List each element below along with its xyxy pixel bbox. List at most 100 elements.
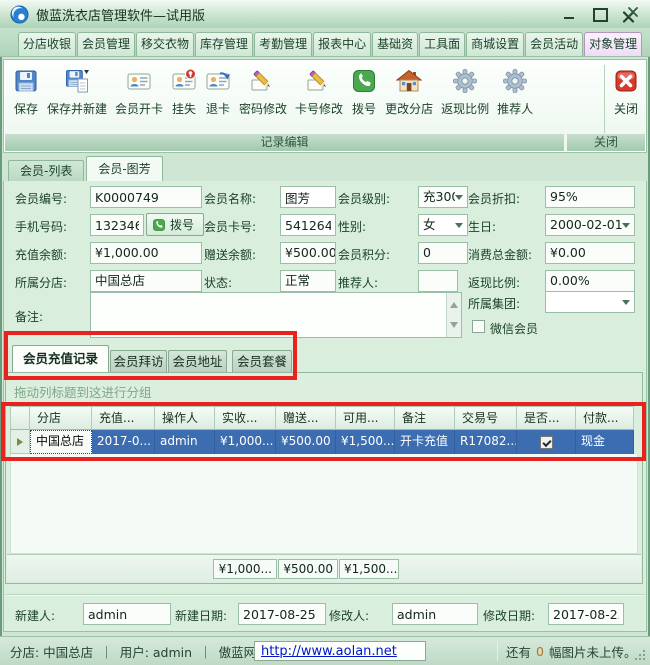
member-open-card-button[interactable]: 会员开卡	[111, 64, 167, 119]
cell-gift[interactable]: ¥500.00	[276, 430, 336, 454]
modified-by-field[interactable]	[392, 603, 478, 625]
dial-button[interactable]: 拨号	[347, 64, 381, 119]
menu-tab-attendance[interactable]: 考勤管理	[254, 32, 312, 56]
remark-scrollbar[interactable]	[446, 293, 461, 337]
gender-select[interactable]: 女	[418, 214, 468, 236]
cell-payment[interactable]: 现金	[576, 430, 634, 454]
column-header-branch[interactable]: 分店	[30, 406, 92, 430]
created-by-field[interactable]	[83, 603, 171, 625]
birthday-select[interactable]: 2000-02-01	[545, 214, 635, 236]
menu-tab-branch-cashier[interactable]: 分店收银	[18, 32, 76, 56]
cell-operator[interactable]: admin	[155, 430, 215, 454]
cell-branch[interactable]: 中国总店	[30, 430, 92, 454]
created-by-label: 新建人:	[15, 607, 55, 624]
website-link[interactable]: http://www.aolan.net	[261, 644, 397, 659]
cell-recharge-date[interactable]: 2017-0...	[92, 430, 155, 454]
report-loss-button[interactable]: 挂失	[167, 64, 201, 119]
status-label: 状态:	[204, 274, 232, 291]
total-spend-field: ¥0.00	[545, 242, 635, 264]
dial-phone-button[interactable]: 拨号	[146, 213, 204, 236]
card-no-label: 会员卡号:	[204, 218, 256, 235]
phone-icon	[351, 68, 377, 94]
app-logo-icon	[10, 5, 29, 24]
referrer-field[interactable]	[418, 270, 458, 292]
card-loss-icon	[171, 68, 197, 94]
table-row-selected[interactable]: 中国总店 2017-0... admin ¥1,000... ¥500.00 ¥…	[10, 430, 634, 454]
status-separator: ｜	[100, 642, 113, 661]
menu-tab-clothes-handover[interactable]: 移交衣物	[136, 32, 194, 56]
member-discount-field[interactable]: 95%	[545, 186, 635, 208]
column-header-remark[interactable]: 备注	[395, 406, 455, 430]
menu-tab-inventory[interactable]: 库存管理	[195, 32, 253, 56]
maximize-button[interactable]	[592, 8, 606, 20]
subtab-member-address[interactable]: 会员地址	[168, 350, 227, 372]
member-no-field[interactable]	[90, 186, 202, 208]
tab-member-detail[interactable]: 会员-图芳	[86, 156, 162, 181]
tab-member-list[interactable]: 会员-列表	[8, 160, 84, 181]
subtab-recharge-records[interactable]: 会员充值记录	[12, 345, 109, 372]
subtab-member-visits[interactable]: 会员拜访	[110, 350, 167, 372]
group-select[interactable]	[545, 291, 635, 313]
member-level-select[interactable]: 充300	[418, 186, 468, 208]
window-title: 傲蓝洗衣店管理软件—试用版	[36, 5, 205, 24]
row-arrow-icon	[17, 438, 23, 446]
member-no-label: 会员编号:	[15, 190, 67, 207]
return-card-button[interactable]: 退卡	[201, 64, 235, 119]
document-tabs-close-icon[interactable]	[627, 6, 639, 18]
summary-received: ¥1,000...	[213, 559, 277, 579]
card-no-field[interactable]	[280, 214, 336, 236]
recharge-balance-label: 充值余额:	[15, 246, 67, 263]
minimize-button[interactable]	[562, 8, 576, 20]
menu-tab-basic-data[interactable]: 基础资	[372, 32, 418, 56]
gear-icon	[502, 68, 528, 94]
referrer-button[interactable]: 推荐人	[493, 64, 537, 119]
column-header-operator[interactable]: 操作人	[155, 406, 215, 430]
column-header-recharge-date[interactable]: 充值...	[92, 406, 155, 430]
gift-balance-field: ¥500.00	[280, 242, 336, 264]
menu-tab-member-activity[interactable]: 会员活动	[525, 32, 583, 56]
created-date-field[interactable]	[238, 603, 326, 625]
phone-field[interactable]	[90, 214, 144, 236]
scroll-down-icon[interactable]	[450, 322, 458, 332]
change-branch-button[interactable]: 更改分店	[381, 64, 437, 119]
cell-remark[interactable]: 开卡充值	[395, 430, 455, 454]
footer-separator	[5, 594, 645, 596]
wechat-member-checkbox[interactable]	[472, 320, 485, 333]
chevron-down-icon	[622, 223, 630, 232]
change-password-button[interactable]: 密码修改	[235, 64, 291, 119]
column-header-is-paid[interactable]: 是否...	[517, 406, 576, 430]
cell-received[interactable]: ¥1,000...	[215, 430, 276, 454]
remark-textarea[interactable]	[90, 292, 462, 338]
floppy-save-new-icon	[64, 68, 90, 94]
change-card-no-button[interactable]: 卡号修改	[291, 64, 347, 119]
save-and-new-button[interactable]: 保存并新建	[43, 64, 111, 119]
column-header-received[interactable]: 实收...	[215, 406, 276, 430]
status-user: 用户: admin	[120, 642, 192, 661]
modified-date-field[interactable]	[548, 603, 624, 625]
cell-available[interactable]: ¥1,500...	[336, 430, 395, 454]
recharge-records-grid: 拖动列标题到这进行分组 分店 充值... 操作人 实收... 赠送... 可用.…	[5, 372, 643, 584]
save-button[interactable]: 保存	[9, 64, 43, 119]
modified-date-label: 修改日期:	[483, 607, 535, 624]
paid-checkbox-checked[interactable]	[540, 436, 553, 449]
close-form-button[interactable]: 关闭	[609, 64, 643, 119]
menu-tab-member-management[interactable]: 会员管理	[77, 32, 135, 56]
column-header-payment[interactable]: 付款...	[576, 406, 634, 430]
member-name-field[interactable]	[280, 186, 336, 208]
grid-header-row: 分店 充值... 操作人 实收... 赠送... 可用... 备注 交易号 是否…	[10, 406, 634, 430]
resize-grip[interactable]	[635, 650, 646, 661]
menu-tab-reports[interactable]: 报表中心	[313, 32, 371, 56]
toolbar-group-label-close: 关闭	[567, 134, 645, 151]
column-header-transaction-no[interactable]: 交易号	[455, 406, 517, 430]
menu-tab-mall-settings[interactable]: 商城设置	[466, 32, 524, 56]
column-header-available[interactable]: 可用...	[336, 406, 395, 430]
cashback-ratio-button[interactable]: 返现比例	[437, 64, 493, 119]
menu-tab-object-management[interactable]: 对象管理	[584, 32, 642, 56]
subtab-member-packages[interactable]: 会员套餐	[232, 350, 292, 372]
cell-is-paid[interactable]	[517, 430, 576, 454]
recharge-balance-field: ¥1,000.00	[90, 242, 202, 264]
menu-tab-tools[interactable]: 工具面	[419, 32, 465, 56]
cell-transaction-no[interactable]: R17082...	[455, 430, 517, 454]
column-header-gift[interactable]: 赠送...	[276, 406, 336, 430]
scroll-up-icon[interactable]	[450, 298, 458, 308]
